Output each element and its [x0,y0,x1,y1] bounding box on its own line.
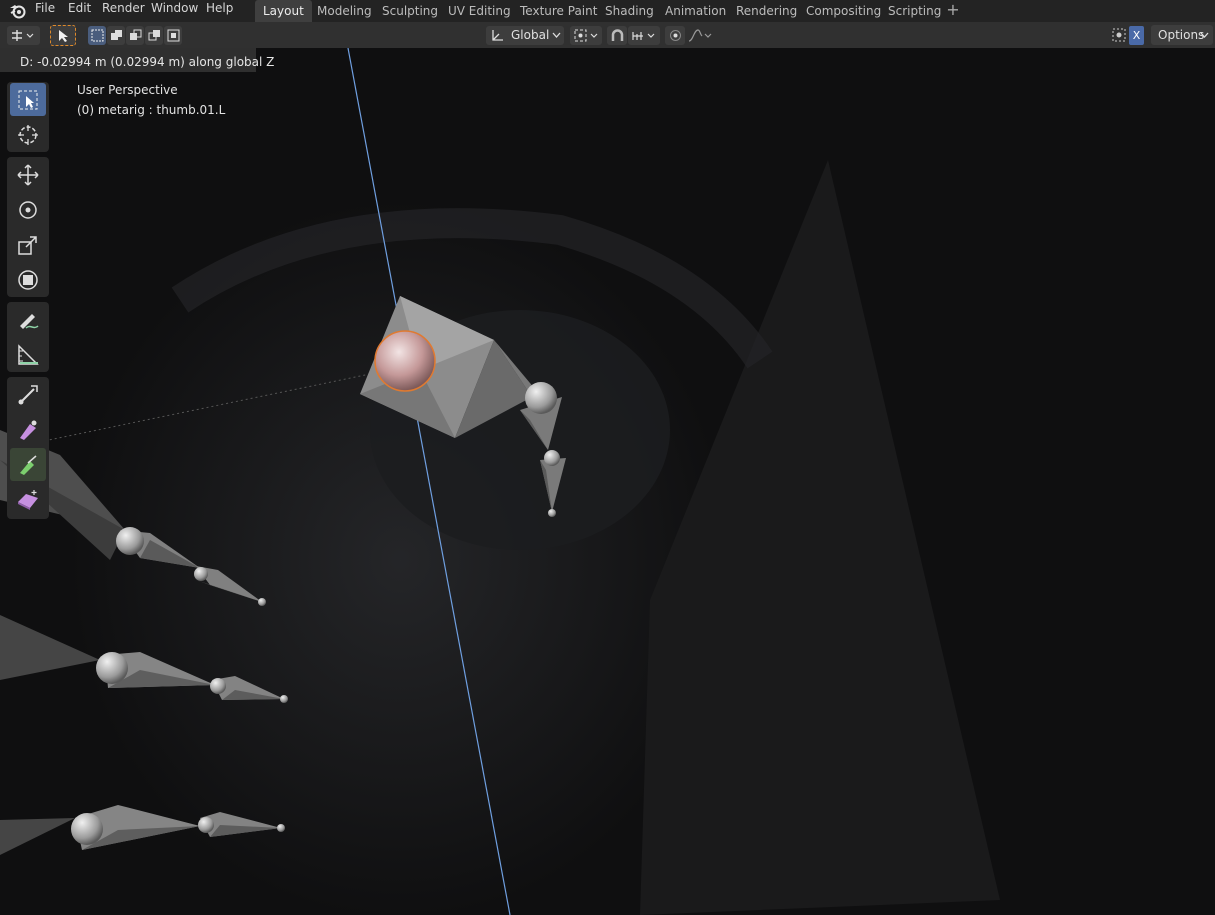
measure-icon [18,344,39,365]
tool-measure[interactable] [10,338,46,371]
options-dropdown[interactable]: Options [1151,25,1213,45]
select-mode-new-button[interactable] [88,26,106,45]
tab-rendering[interactable]: Rendering [728,0,805,22]
proportional-edit-icon [670,30,681,41]
tab-modeling[interactable]: Modeling [309,0,380,22]
transform-status-text: D: -0.02994 m (0.02994 m) along global Z [20,55,275,69]
tab-compositing[interactable]: Compositing [798,0,889,22]
select-extend-icon [111,30,122,40]
snap-target-dropdown[interactable] [628,26,660,45]
tab-sculpting[interactable]: Sculpting [374,0,446,22]
extrude-bone-icon [20,455,37,475]
rotate-icon [19,201,37,219]
menu-render[interactable]: Render [102,0,145,22]
snap-toggle[interactable] [607,26,627,45]
tool-annotate[interactable] [10,303,46,336]
selected-bone-head[interactable] [374,330,436,392]
select-mode-subtract-button[interactable] [126,26,144,45]
tool-cursor[interactable] [10,118,46,151]
viewport-scene [0,48,1000,915]
orientation-label: Global [511,28,550,42]
annotate-icon [20,314,39,329]
view-perspective-label: User Perspective [77,83,178,97]
overlay-bones-icon[interactable] [1111,27,1127,43]
menu-help[interactable]: Help [206,0,233,22]
tool-transform[interactable] [10,263,46,296]
tab-animation[interactable]: Animation [657,0,734,22]
toolbar-group-transform [7,157,49,297]
menu-edit[interactable]: Edit [68,0,91,22]
menu-file[interactable]: File [35,0,55,22]
tool-settings-button[interactable] [50,25,76,46]
viewport-header: Global [0,22,1215,48]
tool-extrude-bone[interactable] [10,448,46,481]
active-object-info: (0) metarig : thumb.01.L [77,103,226,117]
falloff-curve-icon [688,29,712,42]
pivot-point-dropdown[interactable] [570,26,602,45]
pivot-icon [574,29,598,42]
proportional-falloff-dropdown[interactable] [686,26,716,45]
tool-shear[interactable] [10,483,46,516]
select-mode-invert-button[interactable] [145,26,163,45]
tool-bone-roll[interactable] [10,378,46,411]
tool-select-box[interactable] [10,83,46,116]
tab-layout[interactable]: Layout [255,0,312,22]
tab-shading[interactable]: Shading [597,0,662,22]
top-menu-bar: File Edit Render Window Help Layout Mode… [0,0,1215,22]
tab-scripting[interactable]: Scripting [880,0,949,22]
scale-icon [18,236,37,255]
tool-scale[interactable] [10,228,46,261]
editor-type-button[interactable] [7,26,40,45]
tool-bone-size[interactable] [10,413,46,446]
select-mode-intersect-button[interactable] [164,26,182,45]
tab-texture-paint[interactable]: Texture Paint [512,0,605,22]
select-mode-extend-button[interactable] [107,26,125,45]
chevron-down-icon [1200,32,1209,38]
chevron-down-icon [552,32,561,38]
shear-icon [18,490,38,510]
editor-type-icon [12,30,34,41]
cursor-arrow-icon [59,30,68,42]
menu-window[interactable]: Window [151,0,198,22]
options-label: Options [1158,28,1205,42]
tool-rotate[interactable] [10,193,46,226]
add-workspace-button[interactable]: + [944,1,962,19]
orientation-global-icon [492,30,503,41]
magnet-icon [611,29,624,41]
select-invert-icon [148,30,160,41]
snap-increment-icon [632,32,655,40]
select-new-icon [91,29,104,42]
toolbar-group-annotate [7,302,49,372]
bone-roll-icon [18,385,38,405]
select-box-icon [18,90,38,110]
toolbar-group-select [7,82,49,152]
tool-move[interactable] [10,158,46,191]
toolbar-group-armature [7,377,49,519]
3d-viewport[interactable] [0,48,1215,915]
cursor-icon [18,125,38,145]
blender-logo-icon[interactable] [8,2,28,20]
transform-icon [18,270,38,290]
move-icon [17,164,39,186]
bone-size-icon [20,420,37,440]
select-subtract-icon [130,29,142,40]
proportional-edit-toggle[interactable] [665,26,685,45]
wrist-mesh [640,160,1000,915]
xray-toggle-button[interactable]: X [1129,26,1144,45]
tab-uv-editing[interactable]: UV Editing [440,0,519,22]
select-intersect-icon [167,29,180,42]
